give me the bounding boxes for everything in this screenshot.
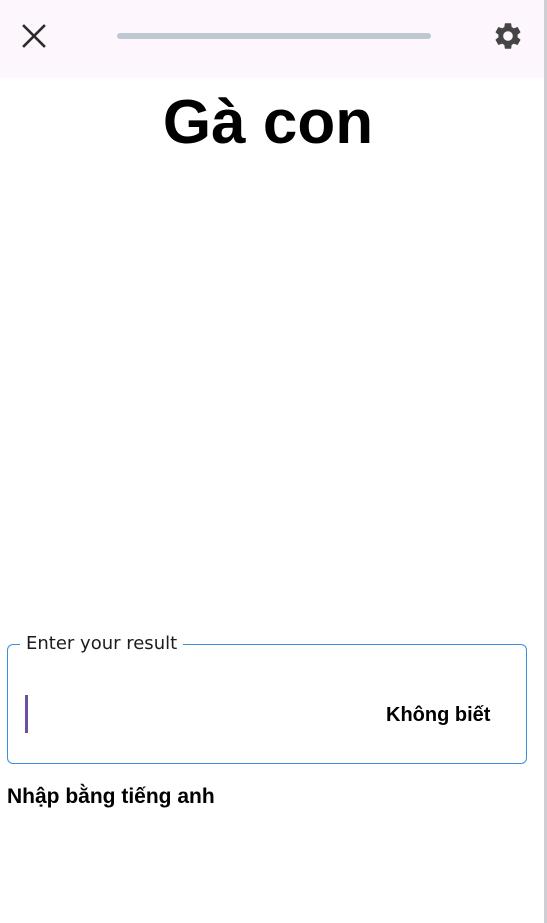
- app-screen: Gà con Enter your result Không biết Nhập…: [0, 0, 547, 923]
- gear-icon: [495, 23, 521, 49]
- close-icon: [22, 24, 46, 48]
- progress-bar: [117, 33, 431, 39]
- answer-field-label: Enter your result: [20, 633, 184, 655]
- word-title: Gà con: [162, 88, 374, 157]
- settings-button[interactable]: [484, 12, 532, 60]
- answer-input[interactable]: [24, 689, 358, 737]
- dont-know-button[interactable]: Không biết: [376, 695, 500, 735]
- close-button[interactable]: [10, 12, 58, 60]
- answer-field[interactable]: Enter your result Không biết: [7, 633, 527, 764]
- input-hint: Nhập bằng tiếng anh: [7, 785, 215, 808]
- text-caret: [25, 695, 28, 733]
- top-bar: [0, 0, 544, 78]
